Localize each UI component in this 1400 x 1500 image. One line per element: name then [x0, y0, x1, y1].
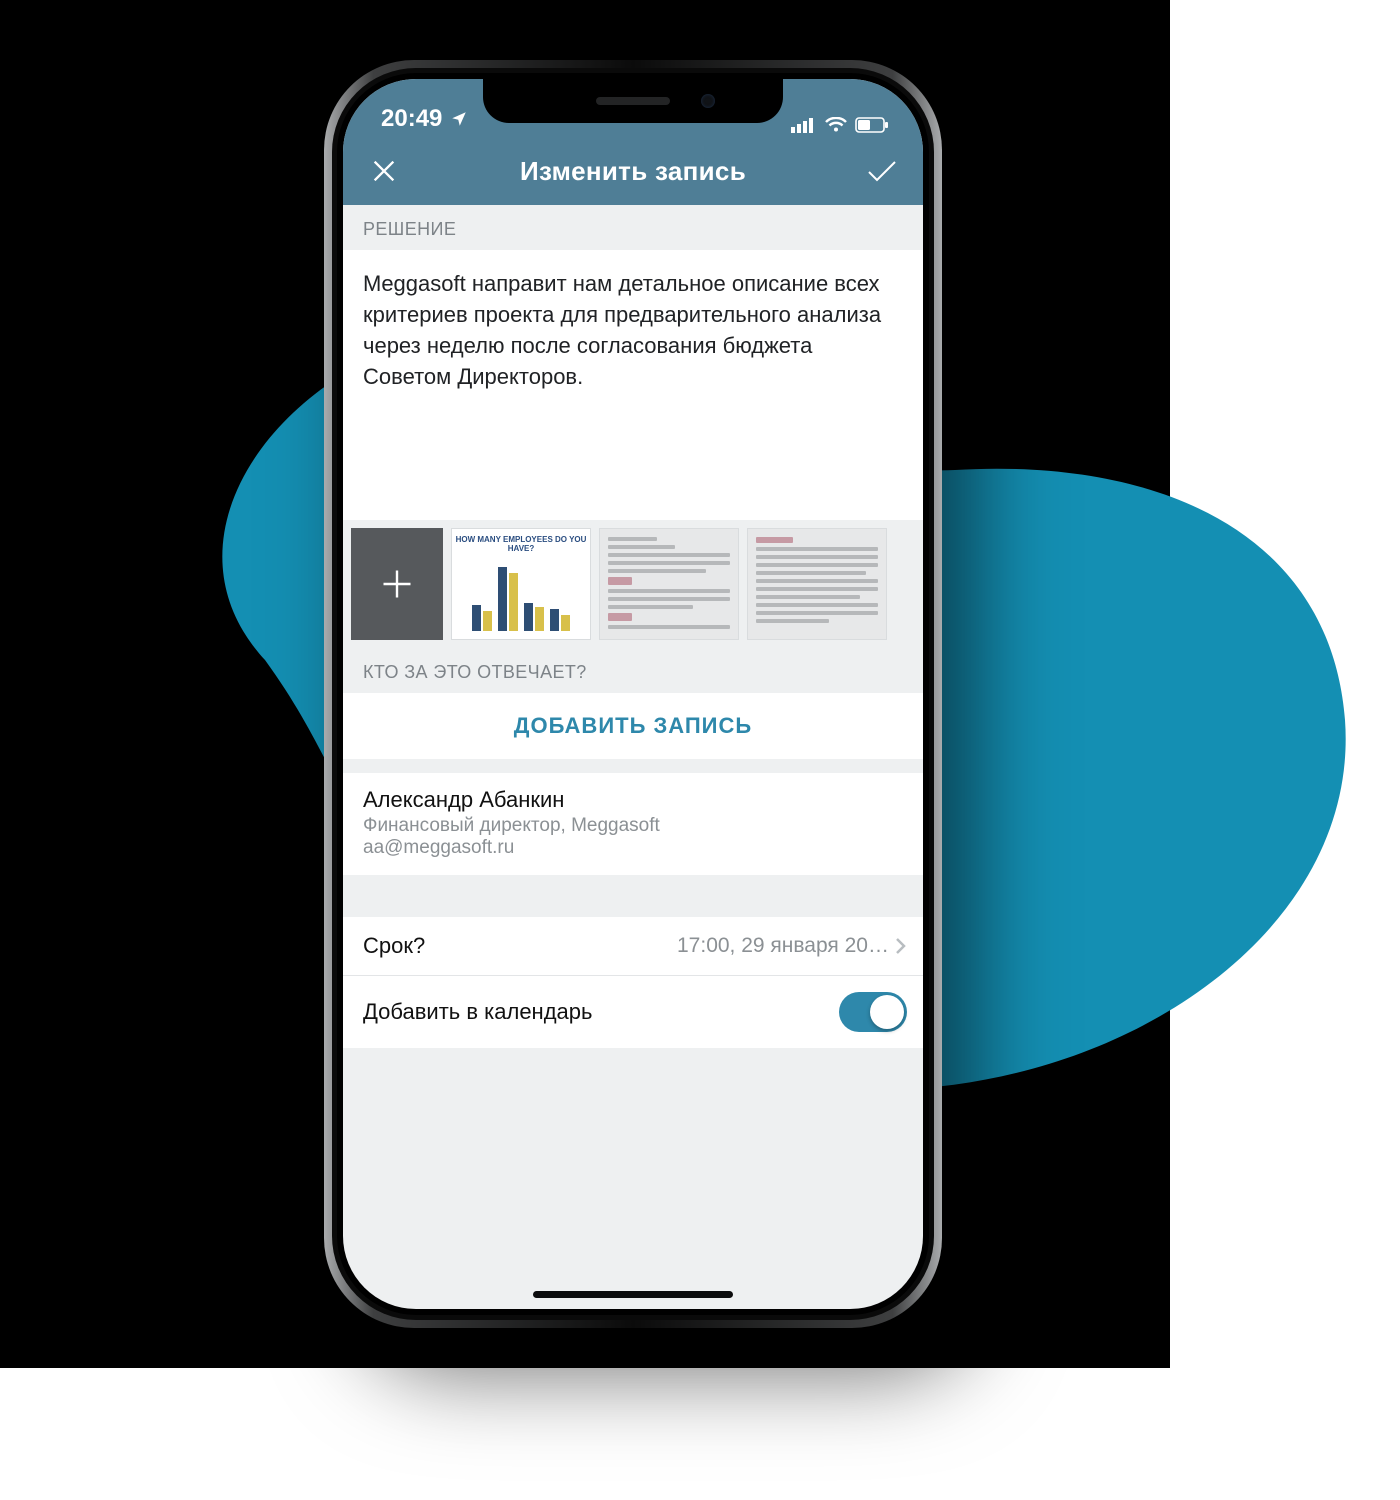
- section-gap: [343, 875, 923, 917]
- confirm-button[interactable]: [865, 154, 899, 188]
- plus-icon: [379, 566, 415, 602]
- chart-thumb-title: HOW MANY EMPLOYEES DO YOU HAVE?: [452, 529, 590, 553]
- attachment-thumb-doc-2[interactable]: [747, 528, 887, 640]
- section-gap: [343, 759, 923, 773]
- calendar-label: Добавить в календарь: [363, 999, 592, 1025]
- attachments-strip: HOW MANY EMPLOYEES DO YOU HAVE?: [343, 520, 923, 648]
- deadline-label: Срок?: [363, 933, 425, 959]
- add-to-calendar-row: Добавить в календарь: [343, 976, 923, 1048]
- decision-section-label: РЕШЕНИЕ: [343, 205, 923, 250]
- deadline-value: 17:00, 29 января 20…: [677, 934, 889, 958]
- location-arrow-icon: [450, 110, 468, 128]
- attachment-thumb-doc-1[interactable]: [599, 528, 739, 640]
- check-icon: [866, 157, 898, 185]
- phone-frame: 20:49: [324, 60, 942, 1328]
- chevron-right-icon: [895, 937, 907, 955]
- battery-icon: [855, 117, 889, 133]
- responsible-person-card[interactable]: Александр Абанкин Финансовый директор, M…: [343, 773, 923, 875]
- calendar-toggle[interactable]: [839, 992, 907, 1032]
- attachment-thumb-chart[interactable]: HOW MANY EMPLOYEES DO YOU HAVE?: [451, 528, 591, 640]
- nav-header: Изменить запись: [343, 137, 923, 205]
- add-record-button[interactable]: ДОБАВИТЬ ЗАПИСЬ: [343, 693, 923, 759]
- nav-title: Изменить запись: [401, 156, 865, 187]
- chart-thumb-bars: [452, 553, 590, 631]
- deadline-row[interactable]: Срок? 17:00, 29 января 20…: [343, 917, 923, 976]
- phone-notch: [483, 79, 783, 123]
- close-button[interactable]: [367, 154, 401, 188]
- close-icon: [370, 157, 398, 185]
- phone-screen: 20:49: [343, 79, 923, 1309]
- person-name: Александр Абанкин: [363, 787, 903, 813]
- add-attachment-button[interactable]: [351, 528, 443, 640]
- responsible-section-label: КТО ЗА ЭТО ОТВЕЧАЕТ?: [343, 648, 923, 693]
- person-email: aa@meggasoft.ru: [363, 837, 903, 859]
- section-gap: [343, 1048, 923, 1088]
- status-time: 20:49: [381, 105, 442, 133]
- wifi-icon: [825, 117, 847, 133]
- home-indicator[interactable]: [533, 1291, 733, 1298]
- decision-text-area[interactable]: Meggasoft направит нам детальное описани…: [343, 250, 923, 520]
- person-role: Финансовый директор, Meggasoft: [363, 815, 903, 837]
- cellular-icon: [791, 117, 817, 133]
